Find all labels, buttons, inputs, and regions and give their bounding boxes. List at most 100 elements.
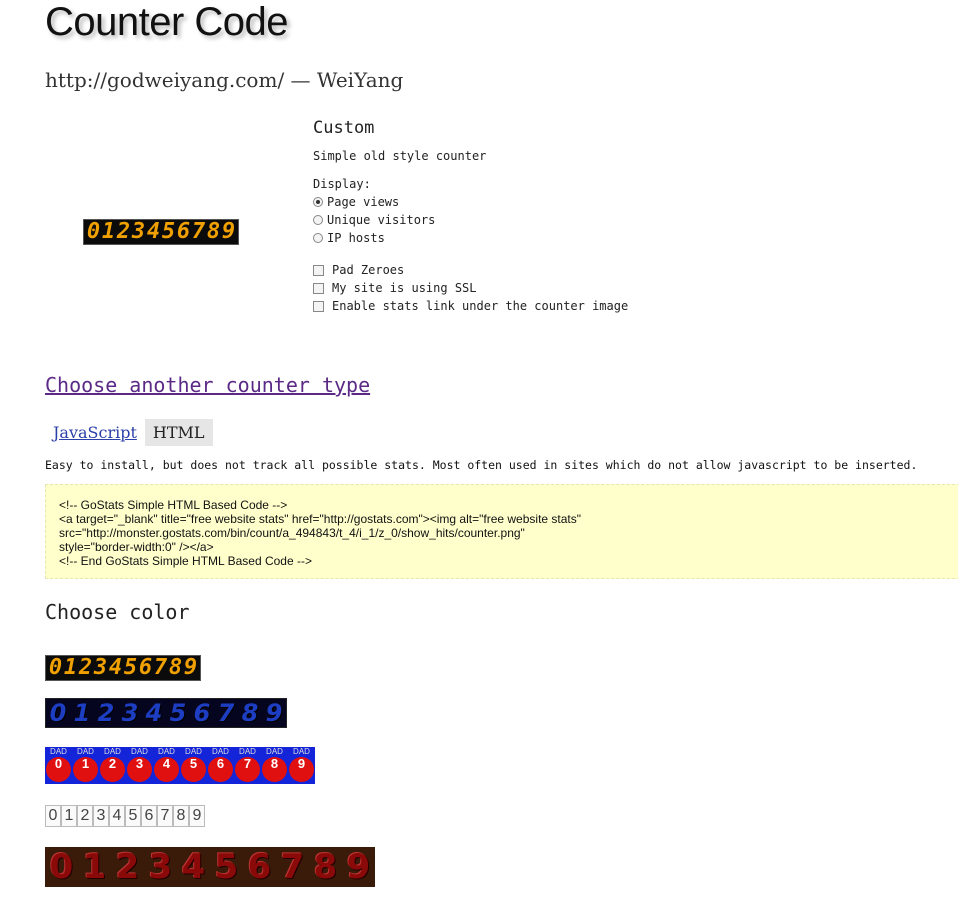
- radio-label: Unique visitors: [327, 213, 436, 227]
- counter-digit: 2: [115, 847, 140, 887]
- digit-value: 9: [297, 756, 306, 771]
- counter-digit: 8: [168, 655, 183, 680]
- counter-digit: 6: [247, 847, 272, 887]
- counter-digit: 9: [346, 847, 371, 887]
- choose-color-heading: Choose color: [45, 600, 190, 624]
- counter-digit: 6: [138, 655, 153, 680]
- counter-digit: 3: [93, 805, 109, 827]
- tab-javascript[interactable]: JavaScript: [45, 419, 145, 446]
- counter-digit: 9: [265, 699, 283, 727]
- radio-unique-visitors[interactable]: Unique visitors: [313, 211, 628, 229]
- counter-digit: 8: [173, 805, 189, 827]
- counter-digit: DAD 3: [126, 747, 153, 784]
- digit-value: 5: [189, 756, 198, 771]
- digit-label: DAD: [104, 747, 121, 756]
- radio-button[interactable]: [313, 233, 323, 243]
- code-snippet-box[interactable]: <!-- GoStats Simple HTML Based Code --> <…: [45, 484, 958, 579]
- radio-button[interactable]: [313, 197, 323, 207]
- counter-digit: DAD 9: [288, 747, 315, 784]
- digit-label: DAD: [212, 747, 229, 756]
- counter-digit: 7: [191, 219, 206, 244]
- counter-digit: 4: [109, 805, 125, 827]
- counter-digit: 5: [169, 699, 187, 727]
- color-option-red[interactable]: 0123456789: [45, 847, 375, 887]
- counter-digit: 3: [121, 699, 139, 727]
- counter-digit: 2: [97, 699, 115, 727]
- counter-digit: 6: [193, 699, 211, 727]
- color-option-dad-balls[interactable]: DAD 0 DAD 1 DAD 2 DAD 3 DAD 4 DAD 5 DAD 6 DAD 7 DAD 8 DAD 9: [45, 747, 315, 784]
- color-option-orange-lcd[interactable]: 0123456789: [45, 655, 201, 681]
- counter-digit: 6: [176, 219, 191, 244]
- counter-digit: 7: [217, 699, 235, 727]
- counter-digit: 8: [206, 219, 221, 244]
- code-line: src="http://monster.gostats.com/bin/coun…: [59, 526, 525, 540]
- counter-digit: 5: [161, 219, 176, 244]
- color-option-plain[interactable]: 0123456789: [45, 805, 205, 827]
- page-title: Counter Code: [45, 0, 289, 44]
- counter-digit: 3: [131, 219, 146, 244]
- checkbox[interactable]: [313, 264, 324, 276]
- checkbox-stats-link[interactable]: Enable stats link under the counter imag…: [313, 297, 628, 315]
- digit-value: 6: [216, 756, 225, 771]
- counter-digit: 9: [221, 219, 236, 244]
- counter-digit: 1: [63, 655, 78, 680]
- digit-value: 3: [135, 756, 144, 771]
- digit-value: 0: [54, 756, 63, 771]
- counter-digit: DAD 0: [45, 747, 72, 784]
- radio-label: Page views: [327, 195, 400, 209]
- digit-label: DAD: [293, 747, 310, 756]
- counter-digit: 1: [82, 847, 107, 887]
- radio-ip-hosts[interactable]: IP hosts: [313, 229, 628, 247]
- counter-digit: 8: [313, 847, 338, 887]
- counter-digit: 5: [123, 655, 138, 680]
- counter-digit: 2: [77, 805, 93, 827]
- code-line: <a target="_blank" title="free website s…: [59, 512, 582, 526]
- counter-digit: 6: [141, 805, 157, 827]
- checkbox-label: Enable stats link under the counter imag…: [332, 299, 629, 313]
- counter-preview: 0123456789: [83, 219, 239, 245]
- counter-digit: 1: [73, 699, 91, 727]
- digit-label: DAD: [266, 747, 283, 756]
- counter-digit: 5: [125, 805, 141, 827]
- counter-digit: DAD 1: [72, 747, 99, 784]
- counter-digit: 1: [61, 805, 77, 827]
- options-subtitle: Simple old style counter: [313, 149, 487, 163]
- counter-digit: DAD 5: [180, 747, 207, 784]
- counter-digit: 0: [86, 219, 101, 244]
- counter-digit: 7: [280, 847, 305, 887]
- code-line: style="border-width:0" /></a>: [59, 540, 214, 554]
- counter-digit: 4: [145, 699, 163, 727]
- counter-digit: 4: [108, 655, 123, 680]
- counter-digit: 0: [49, 847, 74, 887]
- digit-label: DAD: [50, 747, 67, 756]
- digit-value: 1: [81, 756, 90, 771]
- counter-digit: DAD 4: [153, 747, 180, 784]
- code-type-tabs: JavaScript HTML: [45, 419, 213, 446]
- code-line: <!-- End GoStats Simple HTML Based Code …: [59, 554, 312, 568]
- checkbox-ssl[interactable]: My site is using SSL: [313, 279, 628, 297]
- color-option-blue[interactable]: 0123456789: [45, 698, 287, 728]
- radio-page-views[interactable]: Page views: [313, 193, 628, 211]
- checkbox[interactable]: [313, 282, 324, 294]
- checkbox[interactable]: [313, 300, 324, 312]
- counter-digit: 0: [49, 699, 67, 727]
- digit-label: DAD: [158, 747, 175, 756]
- counter-digit: DAD 2: [99, 747, 126, 784]
- counter-digit: 1: [101, 219, 116, 244]
- tab-html[interactable]: HTML: [144, 419, 213, 446]
- counter-digit: 4: [146, 219, 161, 244]
- digit-label: DAD: [239, 747, 256, 756]
- counter-digit: 4: [181, 847, 206, 887]
- radio-button[interactable]: [313, 215, 323, 225]
- code-line: <!-- GoStats Simple HTML Based Code -->: [59, 498, 288, 512]
- digit-label: DAD: [185, 747, 202, 756]
- counter-digit: 3: [148, 847, 173, 887]
- counter-digit: 8: [241, 699, 259, 727]
- counter-digit: DAD 7: [234, 747, 261, 784]
- checkbox-pad-zeroes[interactable]: Pad Zeroes: [313, 261, 628, 279]
- choose-another-counter-link[interactable]: Choose another counter type: [45, 373, 370, 397]
- counter-digit: 2: [116, 219, 131, 244]
- digit-value: 7: [243, 756, 252, 771]
- digit-value: 4: [162, 756, 171, 771]
- digit-label: DAD: [131, 747, 148, 756]
